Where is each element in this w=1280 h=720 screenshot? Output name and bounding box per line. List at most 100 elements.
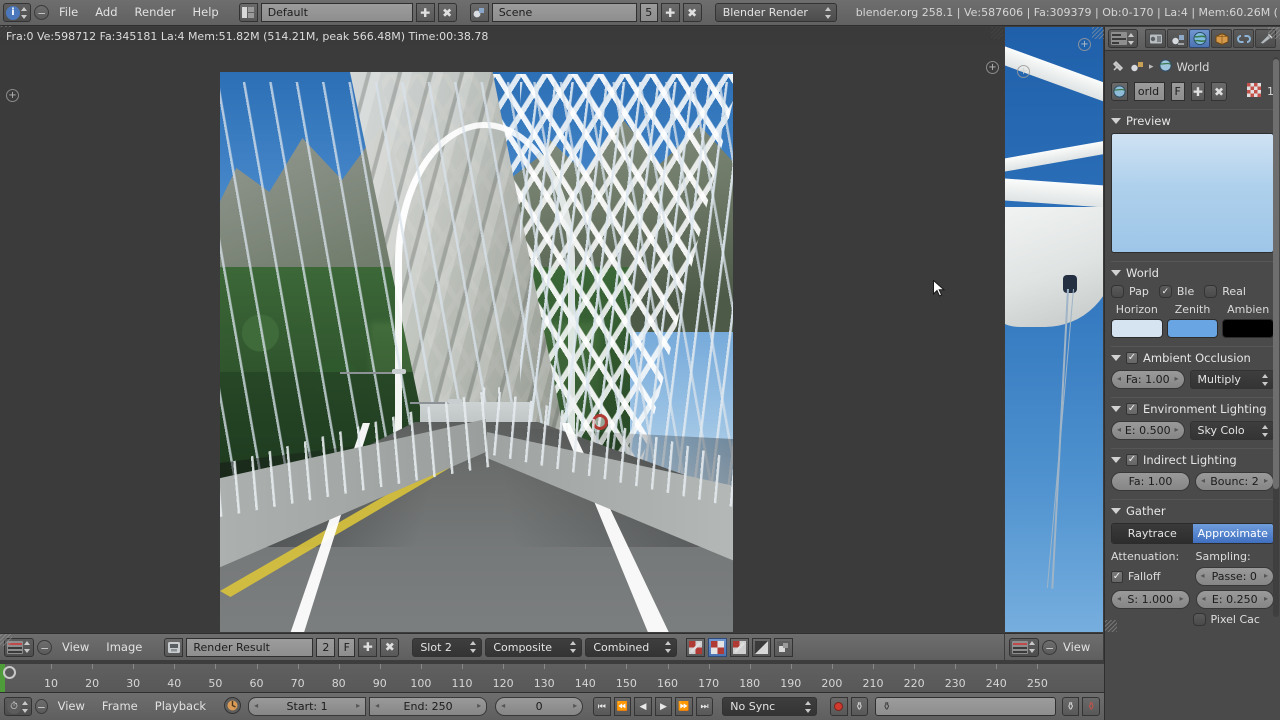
collapse-menu-icon[interactable]: ⚊: [34, 5, 49, 20]
menu-add[interactable]: Add: [88, 3, 124, 22]
scene-users-count[interactable]: 5: [639, 3, 658, 22]
screen-layout-icon[interactable]: [238, 3, 258, 22]
menu-file[interactable]: File: [52, 3, 85, 22]
toggle-real-sky[interactable]: Real: [1204, 285, 1246, 298]
scene-icon[interactable]: [1130, 60, 1144, 75]
collapse-menu-icon[interactable]: ⚊: [1042, 639, 1057, 655]
world-fake-user-toggle[interactable]: F: [1170, 82, 1185, 101]
scene-icon[interactable]: [469, 3, 489, 22]
timeline-menu-playback[interactable]: Playback: [148, 697, 213, 716]
image-footer-menu-image[interactable]: Image: [99, 638, 149, 657]
image-2-footer-menu-view[interactable]: View: [1060, 638, 1092, 657]
auto-key-icon[interactable]: [224, 696, 242, 717]
image-fake-user-toggle[interactable]: F: [338, 637, 356, 657]
image-users-count[interactable]: 2: [316, 637, 336, 657]
jump-to-start-button[interactable]: ⏮: [593, 697, 611, 716]
render-engine-dropdown[interactable]: Blender Render: [714, 3, 837, 22]
ambient-color-swatch[interactable]: [1222, 319, 1275, 338]
editor-type-selector-info[interactable]: i: [3, 3, 31, 22]
display-channels-alpha-icon[interactable]: [708, 637, 728, 657]
unlink-world-button[interactable]: ✖: [1211, 82, 1228, 101]
display-channels-depth-icon[interactable]: [774, 637, 794, 657]
sync-mode-dropdown[interactable]: No Sync: [722, 697, 818, 716]
pin-icon[interactable]: [1111, 59, 1125, 76]
play-reverse-button[interactable]: ◀: [634, 697, 652, 716]
ambient-occlusion-checkbox[interactable]: ✓: [1126, 351, 1138, 364]
new-world-button[interactable]: ✚: [1190, 82, 1206, 101]
object-tab[interactable]: [1211, 29, 1232, 48]
render-pass-dropdown[interactable]: Combined: [585, 637, 678, 657]
panel-header-preview[interactable]: Preview: [1111, 109, 1274, 128]
render-slot-dropdown[interactable]: Slot 2: [412, 637, 483, 657]
delete-keyframe-button[interactable]: ⚱: [1082, 697, 1100, 716]
display-channels-zbuffer-icon[interactable]: [752, 637, 772, 657]
view-pan-widget-right[interactable]: +: [986, 61, 999, 74]
modifiers-tab[interactable]: [1255, 29, 1276, 48]
collapse-menu-icon[interactable]: ⚊: [35, 699, 48, 714]
play-button[interactable]: ▶: [654, 697, 673, 716]
environment-lighting-checkbox[interactable]: ✓: [1126, 402, 1138, 415]
image-editor-secondary[interactable]: + +: [1005, 27, 1103, 632]
view-pan-widget-2a[interactable]: +: [1017, 65, 1030, 78]
menu-help[interactable]: Help: [185, 3, 225, 22]
add-scene-button[interactable]: ✚: [660, 3, 680, 22]
start-frame-field[interactable]: Start: 1: [248, 697, 367, 716]
browse-image-icon[interactable]: [164, 637, 184, 657]
scene-name-field[interactable]: Scene: [491, 3, 637, 22]
editor-type-selector-image[interactable]: [4, 637, 34, 657]
render-layer-dropdown[interactable]: Composite: [485, 637, 583, 657]
image-name-field[interactable]: Render Result: [186, 637, 314, 657]
end-frame-field[interactable]: End: 250: [369, 697, 488, 716]
next-keyframe-button[interactable]: ⏩: [675, 697, 693, 716]
gather-passes-field[interactable]: Passe: 0: [1194, 567, 1274, 586]
gather-error-field[interactable]: E: 0.250: [1195, 590, 1274, 609]
menu-render[interactable]: Render: [128, 3, 183, 22]
indirect-factor-field[interactable]: Fa: 1.00: [1111, 472, 1190, 491]
env-energy-field[interactable]: E: 0.500: [1111, 421, 1185, 440]
collapse-menu-icon[interactable]: ⚊: [37, 639, 52, 655]
ao-blend-mode-dropdown[interactable]: Multiply: [1189, 370, 1274, 389]
toggle-paper-sky[interactable]: Pap: [1111, 285, 1149, 298]
unlink-image-button[interactable]: ✖: [380, 637, 400, 657]
world-tab[interactable]: [1189, 29, 1210, 48]
toggle-blend-sky[interactable]: ✓ Ble: [1158, 285, 1194, 298]
constraints-tab[interactable]: [1233, 29, 1254, 48]
image-footer-menu-view[interactable]: View: [55, 638, 96, 657]
falloff-toggle[interactable]: ✓ Falloff: [1111, 570, 1189, 583]
editor-type-selector-timeline[interactable]: ⏱: [4, 697, 32, 716]
active-keying-set-field[interactable]: ⚱: [875, 697, 1056, 716]
previous-keyframe-button[interactable]: ⏪: [613, 697, 632, 716]
jump-to-end-button[interactable]: ⏭: [695, 697, 714, 716]
screen-layout-field[interactable]: Default: [260, 3, 413, 22]
keying-set-icon-button[interactable]: ⚱: [850, 697, 869, 716]
panel-header-gather[interactable]: Gather: [1111, 499, 1274, 518]
timeline-menu-view[interactable]: View: [51, 697, 92, 716]
display-channels-straight-icon[interactable]: [730, 637, 750, 657]
scene-tab[interactable]: [1167, 29, 1188, 48]
indirect-bounces-field[interactable]: Bounc: 2: [1195, 472, 1274, 491]
gather-method-raytrace[interactable]: Raytrace: [1112, 524, 1193, 543]
view-pan-widget-2b[interactable]: +: [1078, 38, 1091, 51]
pixel-cache-toggle[interactable]: Pixel Cac: [1192, 613, 1275, 626]
playhead-indicator[interactable]: [3, 666, 16, 679]
falloff-strength-field[interactable]: S: 1.000: [1111, 590, 1190, 609]
display-channels-color-icon[interactable]: [686, 637, 706, 657]
current-frame-field[interactable]: 0: [495, 697, 584, 716]
world-name-field[interactable]: orld: [1133, 82, 1165, 101]
new-image-button[interactable]: ✚: [358, 637, 378, 657]
gather-method-approximate[interactable]: Approximate: [1192, 524, 1273, 543]
image-editor-main[interactable]: Fra:0 Ve:598712 Fa:345181 La:4 Mem:51.82…: [0, 27, 1004, 632]
editor-type-selector-properties[interactable]: [1108, 29, 1138, 48]
delete-screen-button[interactable]: ✖: [437, 3, 457, 22]
env-color-source-dropdown[interactable]: Sky Colo: [1189, 421, 1274, 440]
delete-scene-button[interactable]: ✖: [682, 3, 702, 22]
panel-header-ambient-occlusion[interactable]: ✓ Ambient Occlusion: [1111, 346, 1274, 365]
insert-keyframe-button[interactable]: ⚱: [1061, 697, 1080, 716]
view-pan-widget-left[interactable]: +: [6, 89, 19, 102]
panel-header-indirect-lighting[interactable]: ✓ Indirect Lighting: [1111, 448, 1274, 467]
render-tab[interactable]: [1145, 29, 1166, 48]
auto-keyframe-record-button[interactable]: [830, 697, 848, 716]
timeline-menu-frame[interactable]: Frame: [95, 697, 145, 716]
editor-type-selector-image-2[interactable]: [1009, 637, 1039, 657]
browse-world-icon[interactable]: [1111, 82, 1128, 101]
